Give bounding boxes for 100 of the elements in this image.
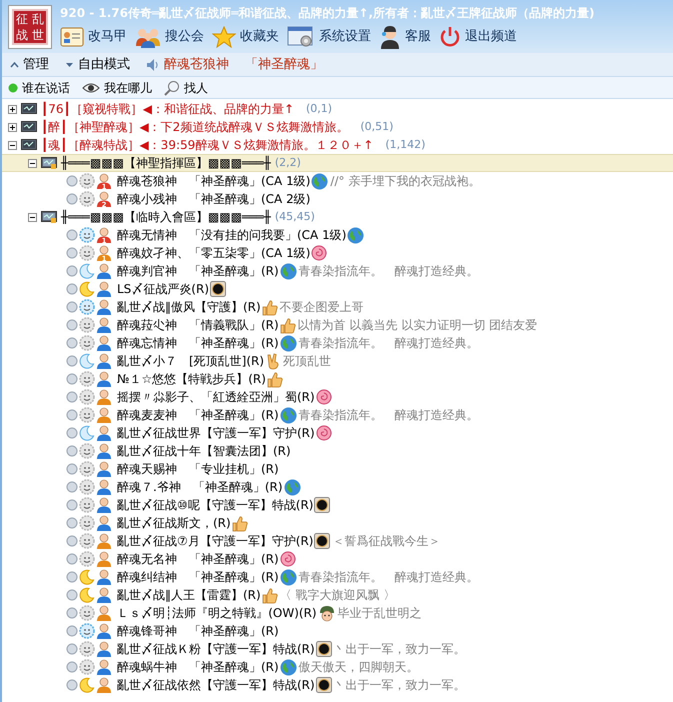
monitor-icon <box>21 102 37 116</box>
expand-icon[interactable] <box>8 122 17 132</box>
logo-character: 征 <box>15 10 29 26</box>
toolbar-button[interactable]: 搜公会 <box>135 26 204 48</box>
member-name[interactable]: 醉魂锋哥神 「神圣醉魂」(R) <box>117 622 279 640</box>
member-name[interactable]: 醉魂妏孑神、「零五柒零」(CA 1级) <box>117 244 310 262</box>
status-dot-icon <box>66 301 78 313</box>
user-icon <box>96 280 112 298</box>
status-dot-icon <box>66 643 78 655</box>
status-dot-icon <box>66 391 78 403</box>
status-dot-icon <box>66 661 78 673</box>
member-name[interactable]: 亂世〆战‖傲风【守護】(R) <box>117 298 261 316</box>
member-name[interactable]: 亂世〆小７ [死顶乱世](R) <box>117 352 264 370</box>
member-name[interactable]: 亂世〆征战斯文，(R) <box>117 514 231 532</box>
member-name[interactable]: 醉魂无情神 「没有挂的问我要」(CA 1级) <box>117 226 346 244</box>
subchannel-row[interactable]: ╫═══▩▩▩【临時入會區】▩▩▩═══╫ (45,45) <box>2 208 673 226</box>
member-name[interactable]: 亂世〆征战Ｋ粉【守護一军】特战(R) <box>117 640 315 658</box>
moon-icon <box>79 677 95 693</box>
smiley-icon <box>79 623 95 639</box>
member-name[interactable]: 醉魂忘情神 「神圣醉魂」(R) <box>117 334 279 352</box>
power-icon <box>439 26 461 48</box>
member-name[interactable]: 醉魂蜗牛神 「神圣醉魂」(R) <box>117 658 279 676</box>
smiley-icon <box>79 641 95 657</box>
globe-icon <box>280 568 297 586</box>
globe-icon <box>347 226 364 244</box>
subchannel-row[interactable]: ╫═══▩▩▩【神聖指揮區】▩▩▩═══╫ (2,2) <box>2 154 673 172</box>
speaker-icon <box>146 58 160 72</box>
status-dot-icon <box>66 589 78 601</box>
channel-count: (1,142) <box>385 136 426 153</box>
toolbar-button[interactable]: 收藏夹 <box>212 26 279 48</box>
member-name[interactable]: 醉魂菈尐神 「情義戰队」(R) <box>117 316 279 334</box>
member-signature: 〈 戰字大旗迎风飘 〉 <box>280 587 396 604</box>
toolbar-button[interactable]: 改马甲 <box>60 26 127 48</box>
thumbs-up-icon <box>232 514 248 532</box>
view-tab[interactable]: 找人 <box>164 78 208 96</box>
member-name[interactable]: 醉魂无名神 「神圣醉魂」(R) <box>117 550 279 568</box>
smiley-icon <box>79 173 95 189</box>
monitor-icon <box>21 120 37 134</box>
mode-dropdown[interactable]: 自由模式 <box>65 54 130 74</box>
member-signature: ＜誓爲征战戰今生＞ <box>332 533 440 550</box>
member-name[interactable]: 醉魂纠结神 「神圣醉魂」(R) <box>117 568 279 586</box>
status-dot-icon <box>66 409 78 421</box>
smiley-icon <box>79 659 95 675</box>
toolbar-button[interactable]: 客服 <box>379 25 431 49</box>
member-name[interactable]: 亂世〆征战⑩呢【守護一军】特战(R) <box>117 496 314 514</box>
collapse-icon[interactable] <box>28 158 37 168</box>
status-dot-icon <box>66 625 78 637</box>
member-name[interactable]: 摇摆〃尛影子、「紅透絟亞洲」蜀(R) <box>117 388 315 406</box>
collapse-icon[interactable] <box>8 140 17 150</box>
member-name[interactable]: 醉魂麦麦神 「神圣醉魂」(R) <box>117 406 279 424</box>
member-name[interactable]: 醉魂苍狼神 「神圣醉魂」(CA 1级) <box>117 172 310 190</box>
smiley-icon <box>79 191 95 207</box>
channel-name[interactable]: ┃魂┃［醉魂特战］◀：39:59醉魂ＶＳ炫舞激情旅。１２０＋↑ <box>41 136 374 154</box>
member-name[interactable]: 醉魂小残神 「神圣醉魂」(CA 2级) <box>117 190 310 208</box>
member-name[interactable]: 亂世〆战‖人王【雷霆】(R) <box>117 586 261 604</box>
member-name[interactable]: 醉魂判官神 「神圣醉魂」(R) <box>117 262 279 280</box>
member-name[interactable]: 亂世〆征战⑦月【守護一军】守护(R) <box>117 532 314 550</box>
member-name[interactable]: 亂世〆征战依然【守護一军】特战(R) <box>117 676 315 694</box>
member-name[interactable]: №１☆悠悠【特戦步兵】(R) <box>117 370 266 388</box>
toolbar-button[interactable]: 退出频道 <box>439 26 517 48</box>
user-icon <box>96 316 112 334</box>
member-name[interactable]: Ｌｓ〆明┊法师『明之特戦』(OW)(R) <box>117 604 317 622</box>
member-name[interactable]: 醉魂７.爷神 「神圣醉魂」(R) <box>117 478 283 496</box>
user-icon <box>96 478 112 496</box>
status-dot-icon <box>66 679 78 691</box>
member-name[interactable]: 亂世〆征战十年【智囊法团】(R) <box>117 442 291 460</box>
status-dot-icon <box>66 445 78 457</box>
manage-menu[interactable]: 管理 <box>10 54 49 74</box>
smiley-icon <box>79 227 95 243</box>
smiley-icon <box>79 497 95 513</box>
moon-icon <box>79 569 95 585</box>
smiley-icon <box>79 479 95 495</box>
smiley-icon <box>79 371 95 387</box>
member-signature: 毕业于乱世明之 <box>338 605 422 622</box>
eclipse-icon <box>210 281 226 297</box>
star-icon <box>212 26 236 48</box>
status-dot-icon <box>66 229 78 241</box>
channel-name[interactable]: ┃76┃［窥视特戰］◀：和谐征战、品牌的力量↑ <box>41 100 294 118</box>
member-name[interactable]: 醉魂天赐神 「专业挂机」(R) <box>117 460 279 478</box>
member-signature: 傲天傲天，四脚朝天。 <box>298 659 419 676</box>
status-dot-icon <box>66 535 78 547</box>
victory-hand-icon <box>265 352 282 370</box>
member-signature: 青春染指流年。 醉魂打造经典。 <box>298 569 479 586</box>
status-dot-icon <box>66 247 78 259</box>
logo-character: 战 <box>15 26 29 42</box>
status-dot-icon <box>66 607 78 619</box>
member-name[interactable]: LS〆征战严炎(R) <box>117 280 210 298</box>
rose-icon <box>311 245 328 261</box>
member-name[interactable]: 亂世〆征战世界【守護一军】守护(R) <box>117 424 315 442</box>
view-tab[interactable]: 我在哪儿 <box>82 78 152 96</box>
user-icon <box>96 352 112 370</box>
collapse-icon[interactable] <box>28 212 37 222</box>
member-signature: //° 亲手埋下我的衣冠战袍。 <box>330 173 480 190</box>
view-tab[interactable]: 谁在说话 <box>8 78 70 96</box>
expand-icon[interactable] <box>8 104 17 114</box>
channel-name[interactable]: ┃醉┃［神聖醉魂］◀：下2频道统战醉魂ＶＳ炫舞激情旅。 <box>41 118 348 136</box>
member-signature: 死顶乱世 <box>283 353 332 370</box>
toolbar-button[interactable]: 系统设置 <box>287 26 371 48</box>
user-icon <box>96 496 112 514</box>
eye-icon <box>82 82 100 94</box>
